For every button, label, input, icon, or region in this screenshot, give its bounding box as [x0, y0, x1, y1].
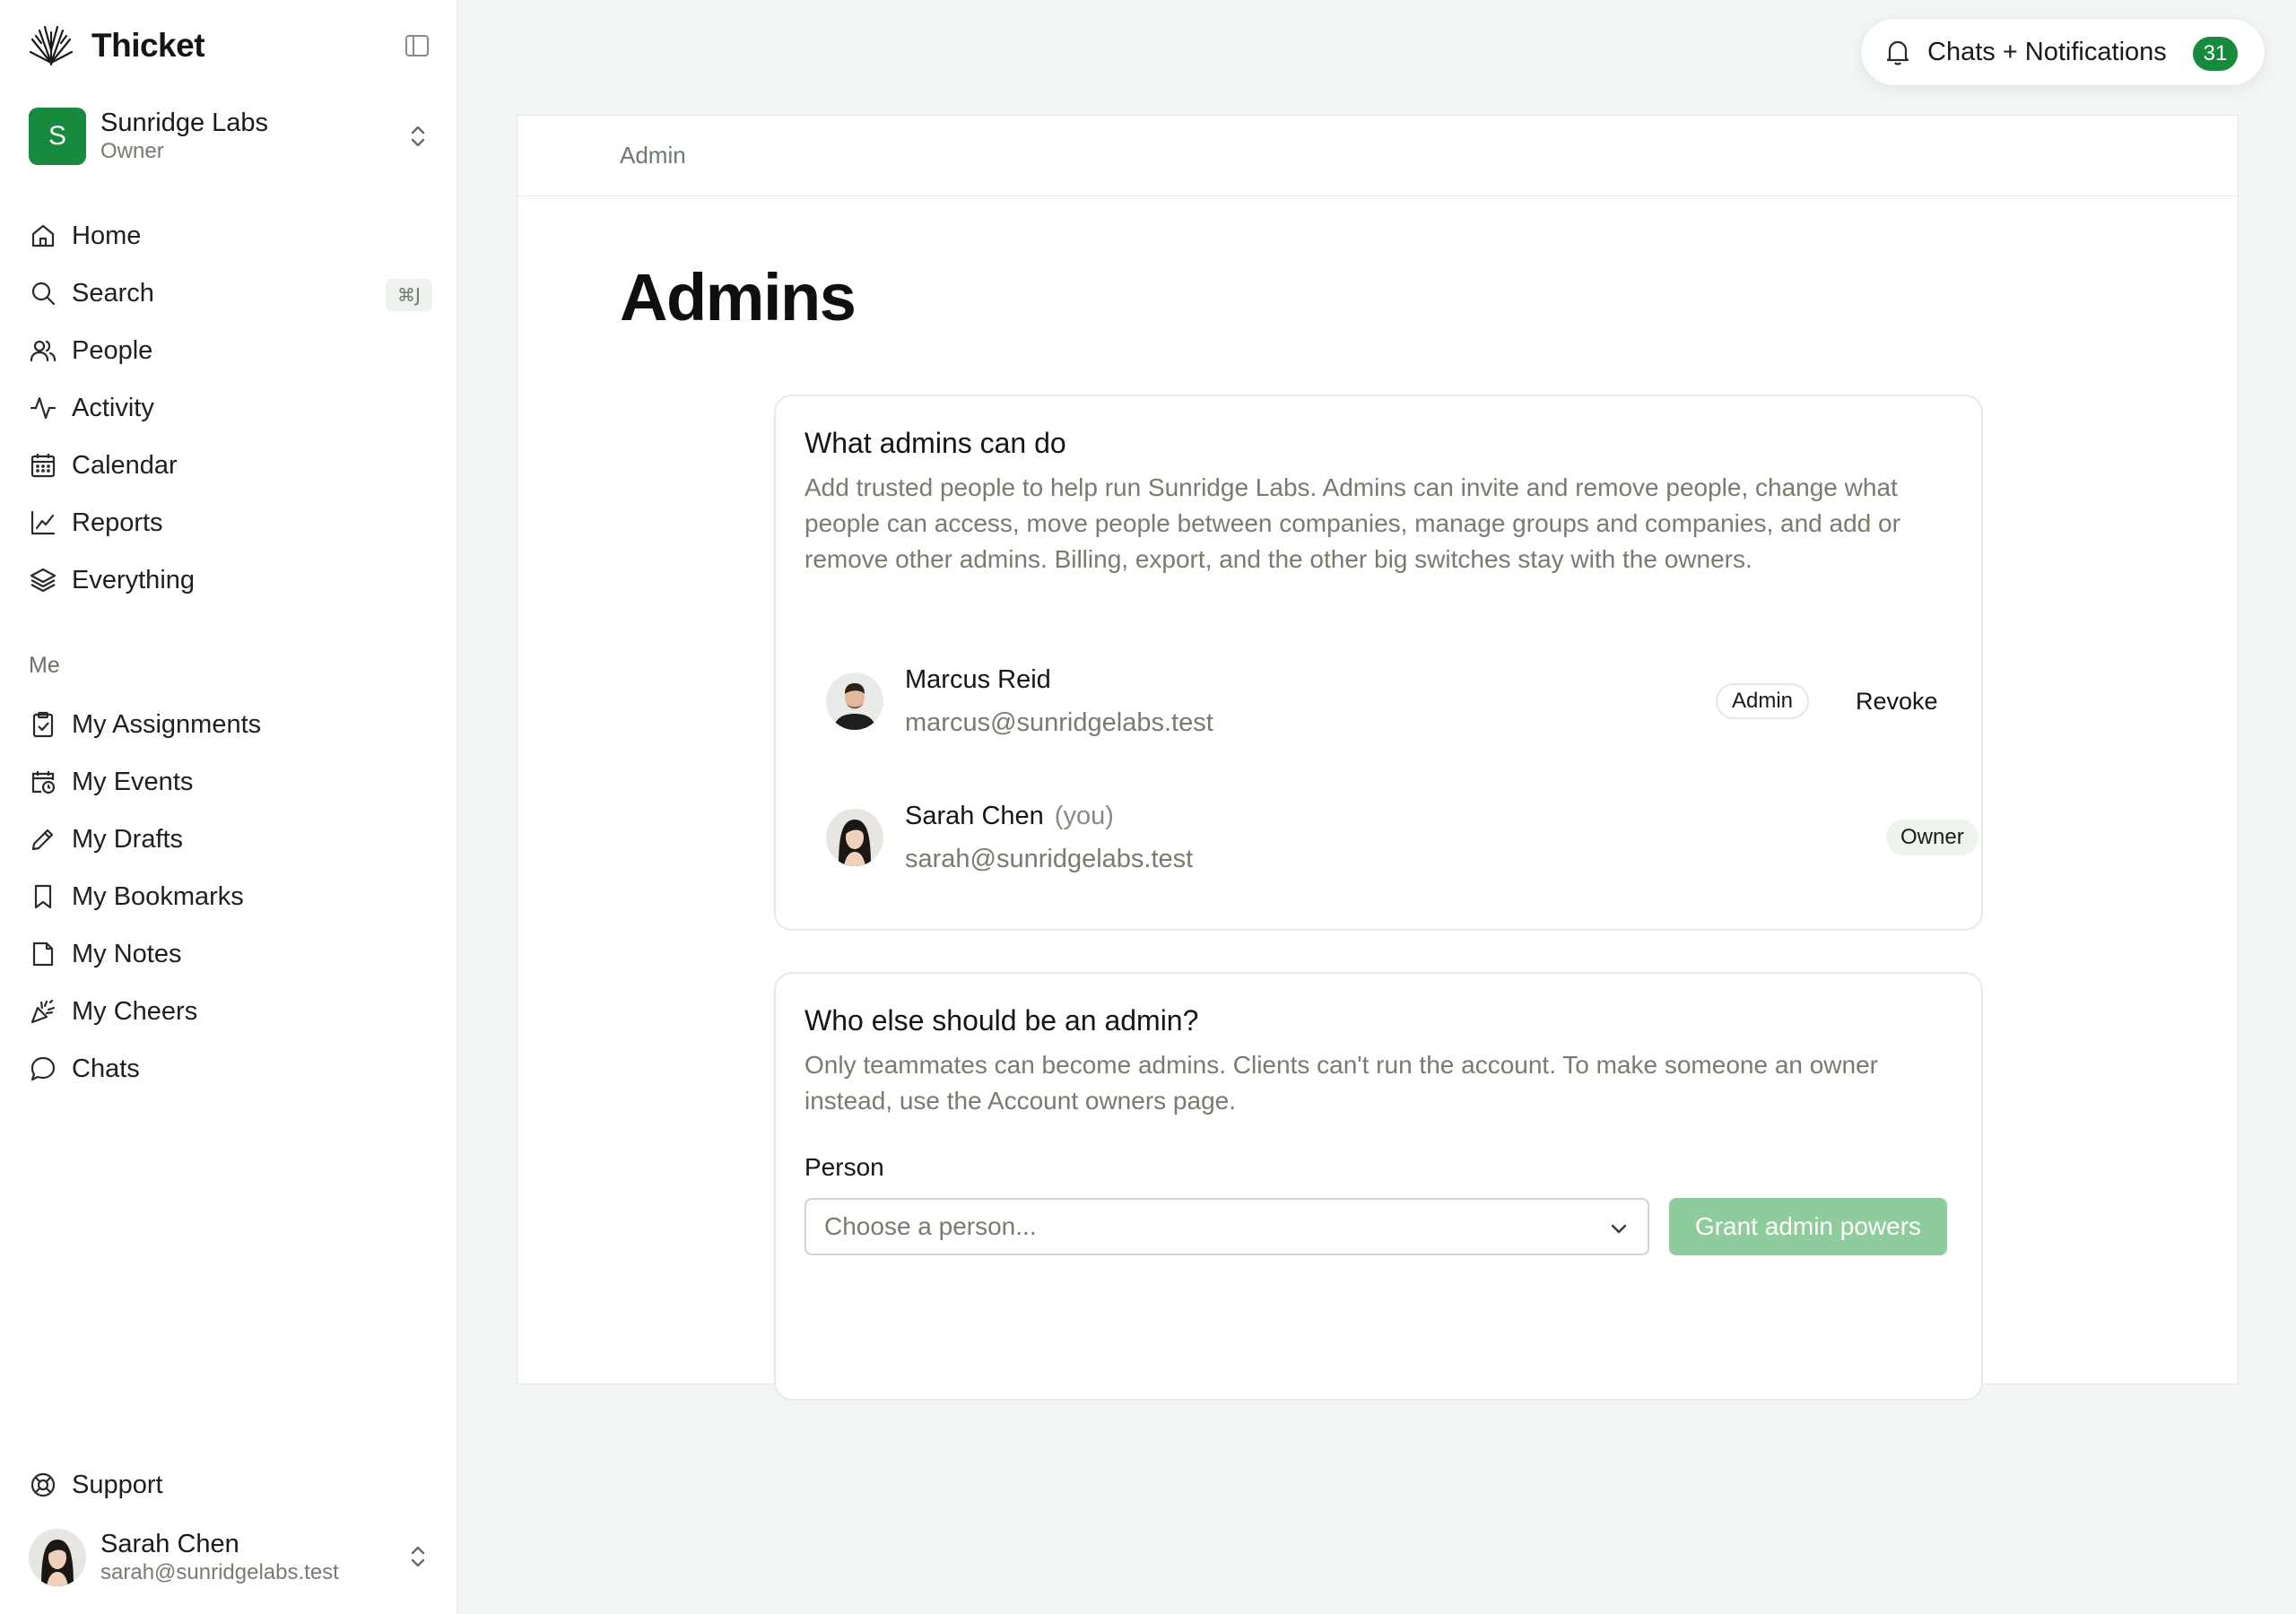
thicket-logo-icon [29, 23, 74, 68]
clipboard-icon [32, 711, 54, 738]
user-name: Sarah Chen [100, 1530, 239, 1558]
revoke-button[interactable]: Revoke [1856, 683, 1938, 719]
breadcrumb-admin[interactable]: Admin [620, 142, 686, 169]
you-label: (you) [1054, 802, 1114, 830]
activity-icon [30, 396, 57, 420]
note-icon [32, 941, 54, 967]
admin-name: Marcus Reid [905, 665, 1062, 695]
nav-label: Home [72, 221, 142, 250]
section-label-me: Me [29, 653, 60, 678]
nav-item-my-notes[interactable]: My Notes [29, 925, 432, 983]
nav-label: People [72, 335, 153, 365]
avatar [826, 809, 883, 866]
add-admin-card: Who else should be an admin? Only teamma… [774, 972, 1983, 1401]
calendar-icon [30, 454, 56, 478]
life-buoy-icon [30, 1472, 56, 1497]
nav-item-my-events[interactable]: My Events [29, 753, 432, 811]
search-icon [31, 282, 56, 306]
nav-item-my-assignments[interactable]: My Assignments [29, 696, 432, 753]
chevron-up-down-icon [404, 1540, 432, 1573]
person-field-label: Person [804, 1153, 884, 1181]
nav-label: My Drafts [72, 824, 184, 854]
nav-label: Calendar [72, 450, 178, 480]
main-panel: Admin Admins What admins can do Add trus… [517, 115, 2239, 1401]
nav-label: Chats [72, 1054, 140, 1083]
people-icon [30, 340, 57, 362]
breadcrumb: Admin [517, 116, 2238, 196]
layers-icon [30, 568, 57, 593]
nav-item-calendar[interactable]: Calendar [29, 437, 432, 494]
admin-row: Sarah Chen (you) sarah@sunridgelabs.test … [804, 793, 1979, 891]
pencil-icon [31, 829, 54, 851]
nav-label: My Notes [72, 939, 182, 968]
org-avatar: S [29, 108, 86, 165]
notifications-count-badge: 31 [2193, 37, 2238, 71]
nav-item-support[interactable]: Support [29, 1456, 432, 1514]
shortcut-badge: ⌘J [386, 279, 432, 311]
role-badge-admin: Admin [1716, 683, 1810, 719]
nav-label: My Bookmarks [72, 881, 244, 911]
main-nav: Home Search ⌘J People Activity Calendar … [29, 207, 432, 609]
admin-email: marcus@sunridgelabs.test [905, 708, 1213, 737]
chevron-down-icon [1611, 1224, 1627, 1234]
brand[interactable]: Thicket [29, 23, 205, 68]
calendar-clock-icon [31, 771, 56, 794]
admin-row: Marcus Reid marcus@sunridgelabs.test Adm… [804, 656, 1961, 755]
role-badge-owner: Owner [1886, 820, 1979, 855]
notifications-label: Chats + Notifications [1927, 37, 2167, 66]
nav-item-my-bookmarks[interactable]: My Bookmarks [29, 868, 432, 925]
nav-item-search[interactable]: Search ⌘J [29, 265, 432, 322]
avatar [29, 1529, 86, 1586]
sidebar: Thicket S Sunridge Labs Owner Home Searc… [0, 0, 457, 1614]
person-select[interactable]: Choose a person... [804, 1198, 1649, 1255]
home-icon [31, 224, 55, 247]
org-name: Sunridge Labs [100, 108, 269, 137]
nav-item-activity[interactable]: Activity [29, 379, 432, 437]
admins-card: What admins can do Add trusted people to… [774, 395, 1983, 931]
bell-icon [1886, 40, 1909, 65]
add-admin-card-description: Only teammates can become admins. Client… [804, 1051, 1878, 1115]
user-menu[interactable]: Sarah Chen sarah@sunridgelabs.test [29, 1526, 432, 1589]
nav-label: Search [72, 278, 154, 308]
nav-label: Everything [72, 565, 196, 594]
user-email: sarah@sunridgelabs.test [100, 1560, 339, 1584]
nav-item-everything[interactable]: Everything [29, 551, 432, 609]
reports-icon [30, 510, 56, 535]
add-admin-card-title: Who else should be an admin? [804, 1004, 1199, 1037]
me-nav: My Assignments My Events My Drafts My Bo… [29, 696, 432, 1098]
admin-name-text: Marcus Reid [905, 665, 1051, 694]
grant-admin-button[interactable]: Grant admin powers [1669, 1198, 1947, 1255]
nav-label: My Cheers [72, 996, 198, 1026]
person-select-placeholder: Choose a person... [824, 1212, 1037, 1240]
nav-label: My Events [72, 767, 194, 796]
party-popper-icon [30, 999, 56, 1024]
nav-item-home[interactable]: Home [29, 207, 432, 265]
admins-card-title: What admins can do [804, 427, 1066, 459]
chat-bubble-icon [30, 1056, 56, 1081]
brand-name: Thicket [91, 27, 205, 64]
page-title: Admins [620, 260, 857, 334]
org-switcher[interactable]: S Sunridge Labs Owner [29, 106, 432, 167]
avatar [826, 672, 883, 730]
admin-name-text: Sarah Chen [905, 802, 1044, 830]
admin-name: Sarah Chen (you) [905, 802, 1114, 831]
nav-label: My Assignments [72, 709, 262, 739]
nav-item-reports[interactable]: Reports [29, 494, 432, 551]
nav-item-my-drafts[interactable]: My Drafts [29, 811, 432, 868]
nav-label: Support [72, 1470, 163, 1499]
sidebar-toggle-icon[interactable] [402, 30, 432, 61]
nav-item-my-cheers[interactable]: My Cheers [29, 983, 432, 1040]
nav-label: Reports [72, 508, 163, 537]
nav-label: Activity [72, 393, 154, 422]
chevron-up-down-icon [404, 120, 432, 152]
nav-item-people[interactable]: People [29, 322, 432, 379]
org-role: Owner [100, 139, 164, 163]
admin-email: sarah@sunridgelabs.test [905, 845, 1194, 873]
nav-item-chats[interactable]: Chats [29, 1040, 432, 1098]
bookmark-icon [34, 884, 52, 909]
admins-card-description: Add trusted people to help run Sunridge … [804, 473, 1900, 573]
support-nav: Support [29, 1456, 432, 1514]
notifications-button[interactable]: Chats + Notifications 31 [1860, 18, 2266, 86]
